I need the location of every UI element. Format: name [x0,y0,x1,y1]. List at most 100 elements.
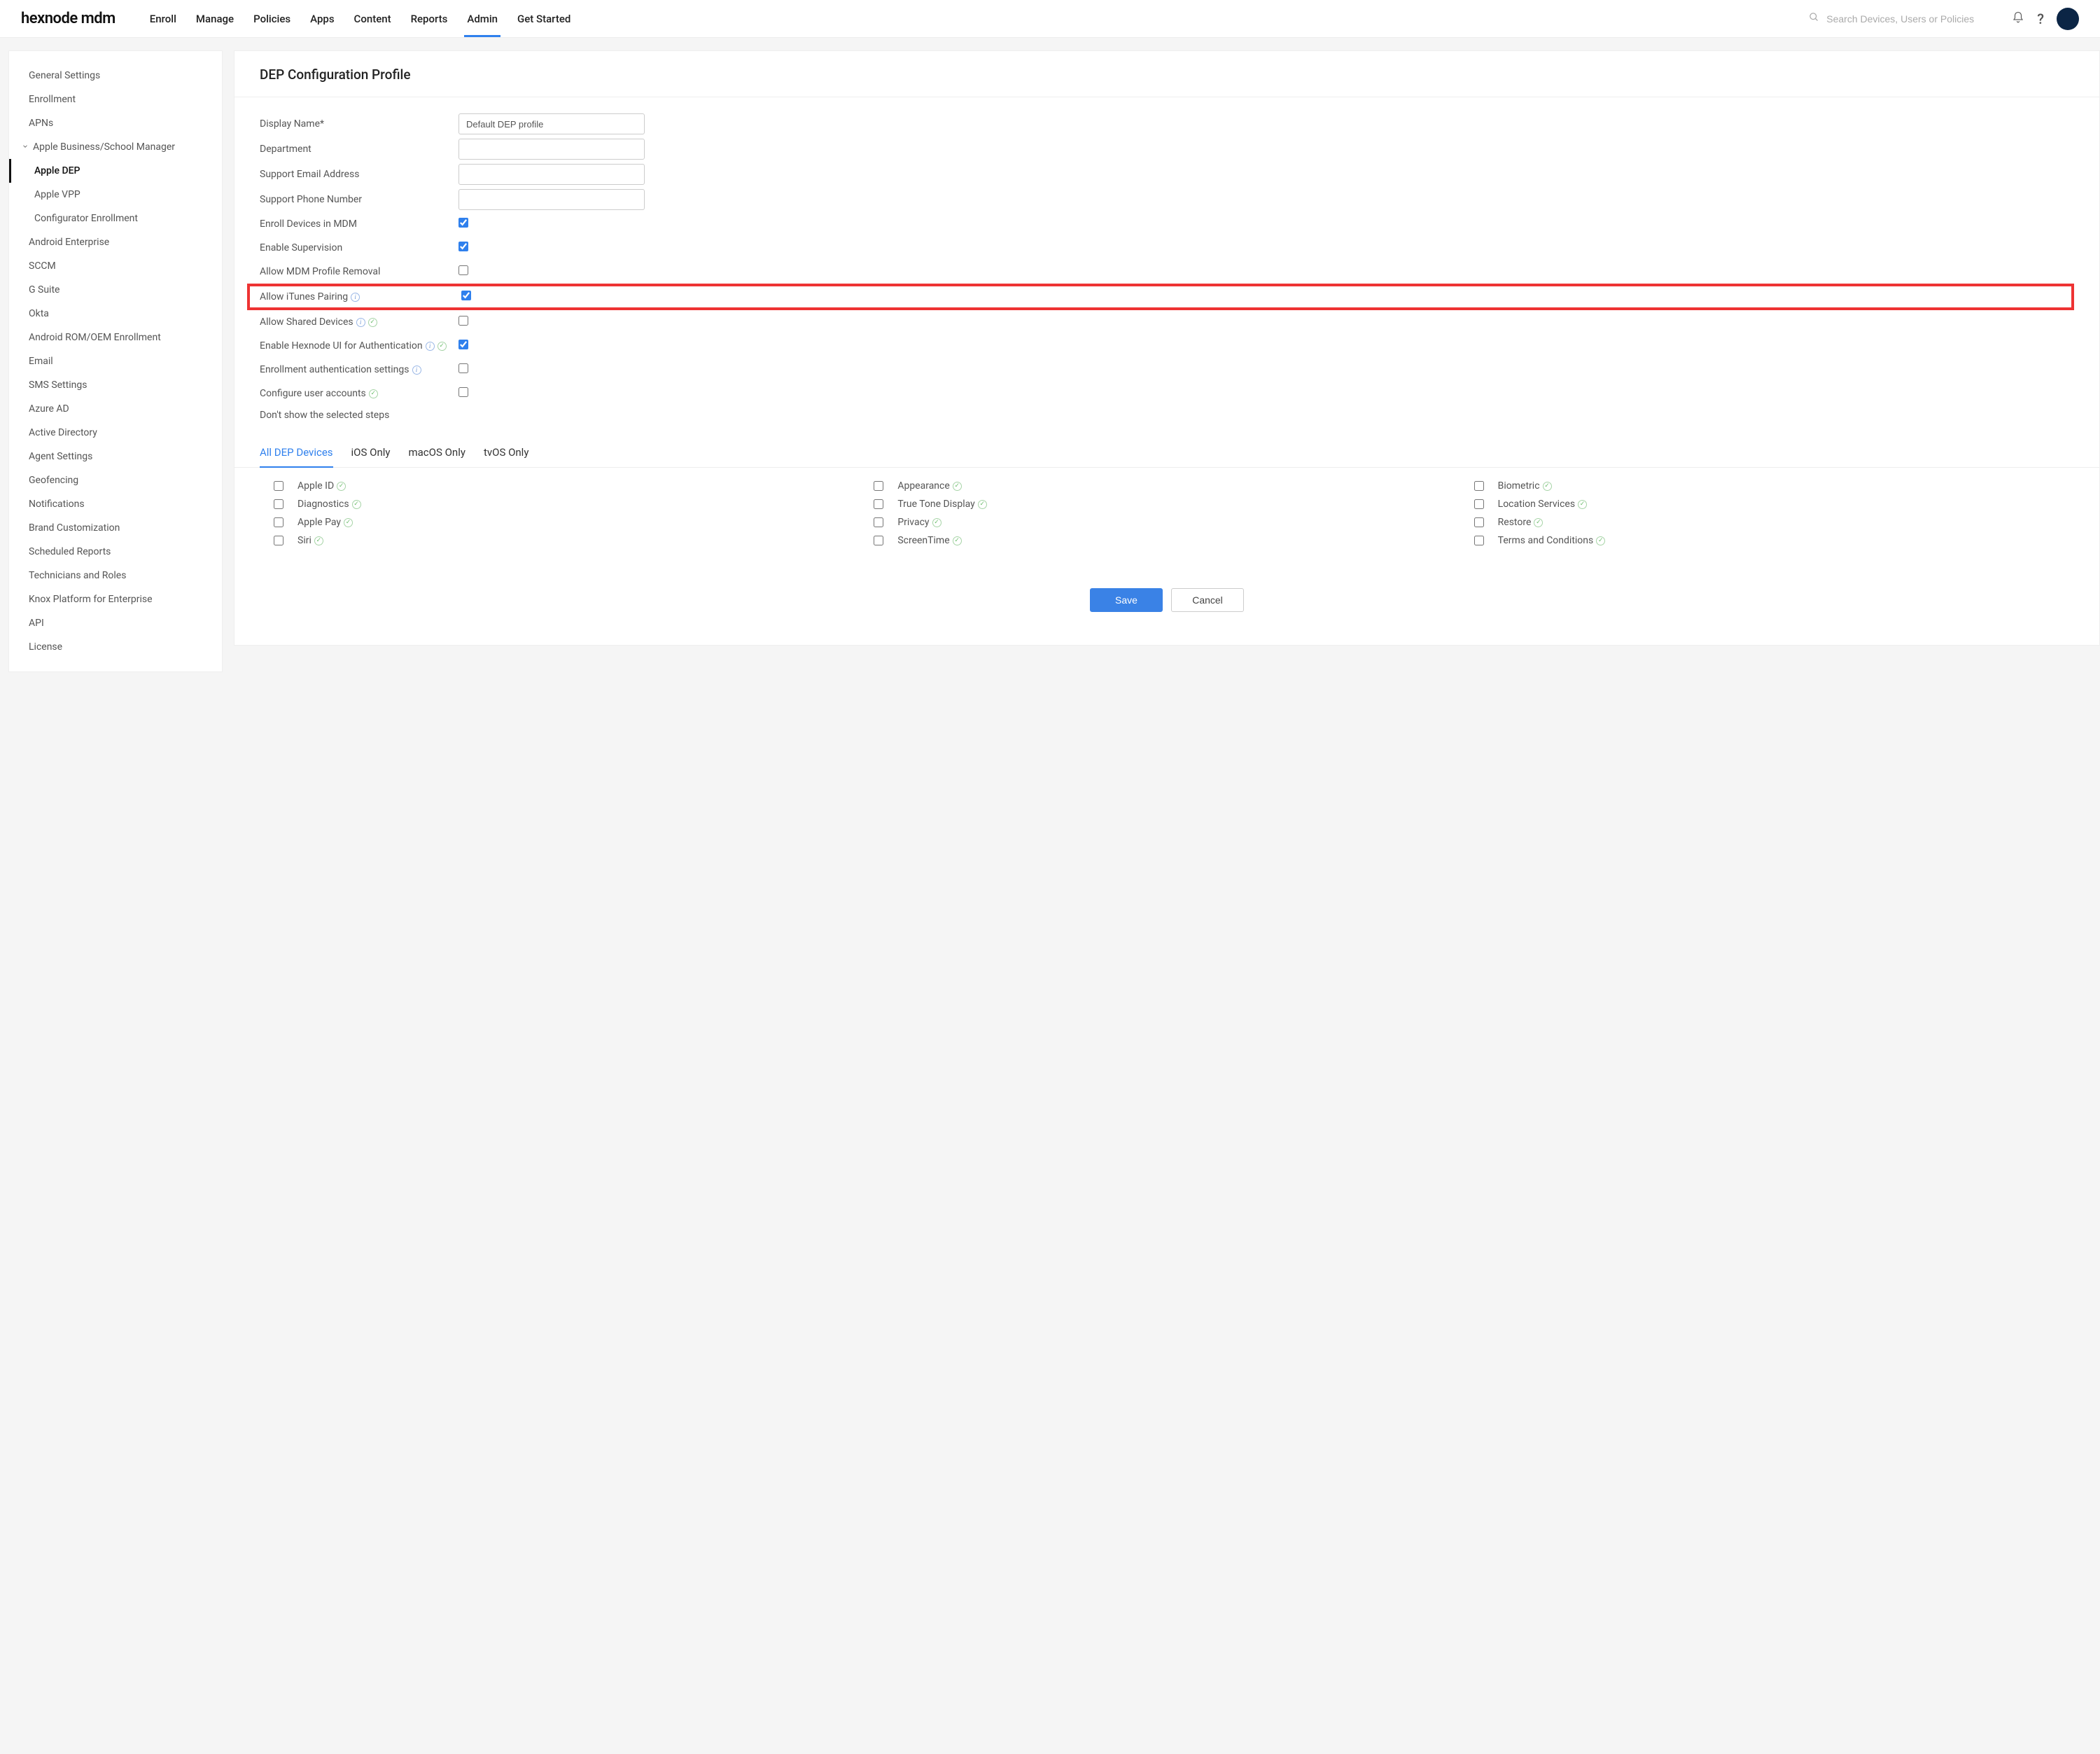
tick-icon: ✓ [1534,518,1543,527]
step-item: Privacy✓ [874,517,1474,528]
allow-itunes-checkbox[interactable] [461,291,471,300]
cancel-button[interactable]: Cancel [1171,588,1244,612]
sidebar-item-okta[interactable]: Okta [9,302,222,326]
step-checkbox[interactable] [874,517,883,527]
sidebar-item-api[interactable]: API [9,611,222,635]
search-box[interactable] [1809,12,1991,25]
step-item: Location Services✓ [1474,499,2074,510]
sidebar-item-active-directory[interactable]: Active Directory [9,421,222,445]
page-title: DEP Configuration Profile [234,51,2099,97]
sidebar-item-general-settings[interactable]: General Settings [9,64,222,88]
sidebar-item-license[interactable]: License [9,635,222,659]
sidebar-item-notifications[interactable]: Notifications [9,492,222,516]
allow-itunes-row: Allow iTunes Pairing i [247,284,2074,310]
button-row: Save Cancel [234,588,2099,612]
sidebar-item-agent-settings[interactable]: Agent Settings [9,445,222,468]
info-icon[interactable]: i [351,293,360,302]
nav-tab-apps[interactable]: Apps [300,0,344,37]
info-icon[interactable]: i [356,318,365,327]
tick-icon: ✓ [932,518,941,527]
nav-tab-reports[interactable]: Reports [401,0,458,37]
info-icon[interactable]: i [426,342,435,351]
steps-tab-all-dep-devices[interactable]: All DEP Devices [260,438,333,467]
sidebar-item-geofencing[interactable]: Geofencing [9,468,222,492]
search-input[interactable] [1826,13,1980,25]
step-item: Apple Pay✓ [274,517,874,528]
department-label: Department [260,139,458,159]
nav-tab-get-started[interactable]: Get Started [507,0,580,37]
step-checkbox[interactable] [274,481,284,491]
sidebar-item-brand-customization[interactable]: Brand Customization [9,516,222,540]
sidebar-item-g-suite[interactable]: G Suite [9,278,222,302]
sidebar-item-email[interactable]: Email [9,349,222,373]
nav-tabs: EnrollManagePoliciesAppsContentReportsAd… [140,0,581,37]
sidebar-item-apple-business-school-manager[interactable]: Apple Business/School Manager [9,135,222,159]
support-phone-input[interactable] [458,189,645,210]
step-checkbox[interactable] [274,499,284,509]
sidebar-item-sms-settings[interactable]: SMS Settings [9,373,222,397]
tick-icon: ✓ [978,500,987,509]
step-checkbox[interactable] [874,499,883,509]
nav-tab-admin[interactable]: Admin [457,0,507,37]
sidebar-item-apple-dep[interactable]: Apple DEP [9,159,222,183]
step-checkbox[interactable] [874,481,883,491]
configure-user-accounts-checkbox[interactable] [458,387,468,397]
sidebar-item-enrollment[interactable]: Enrollment [9,88,222,111]
enable-supervision-checkbox[interactable] [458,242,468,251]
enable-hexnode-ui-label: Enable Hexnode UI for Authentication [260,340,423,352]
sidebar-item-android-rom-oem-enrollment[interactable]: Android ROM/OEM Enrollment [9,326,222,349]
sidebar-item-android-enterprise[interactable]: Android Enterprise [9,230,222,254]
tick-icon: ✓ [314,536,323,545]
sidebar-item-technicians-and-roles[interactable]: Technicians and Roles [9,564,222,587]
tick-icon: ✓ [438,342,447,351]
sidebar-item-sccm[interactable]: SCCM [9,254,222,278]
enable-hexnode-ui-checkbox[interactable] [458,340,468,349]
sidebar-item-scheduled-reports[interactable]: Scheduled Reports [9,540,222,564]
tick-icon: ✓ [953,482,962,491]
step-checkbox[interactable] [874,536,883,545]
step-checkbox[interactable] [1474,499,1484,509]
sidebar-item-knox-platform-for-enterprise[interactable]: Knox Platform for Enterprise [9,587,222,611]
sidebar: General SettingsEnrollmentAPNsApple Busi… [8,50,223,672]
step-label: Diagnostics [298,499,349,510]
brand-logo: hexnode mdm [21,10,115,27]
allow-itunes-label: Allow iTunes Pairing [260,291,348,302]
info-icon[interactable]: i [412,366,421,375]
display-name-input[interactable] [458,113,645,134]
bell-icon[interactable] [2012,11,2024,27]
sidebar-item-apple-vpp[interactable]: Apple VPP [9,183,222,207]
sidebar-item-azure-ad[interactable]: Azure AD [9,397,222,421]
step-item: Appearance✓ [874,480,1474,492]
enroll-auth-settings-checkbox[interactable] [458,363,468,373]
step-checkbox[interactable] [1474,536,1484,545]
sidebar-item-configurator-enrollment[interactable]: Configurator Enrollment [9,207,222,230]
tick-icon: ✓ [1543,482,1552,491]
allow-shared-checkbox[interactable] [458,316,468,326]
avatar[interactable] [2057,8,2079,30]
department-input[interactable] [458,139,645,160]
help-icon[interactable]: ? [2037,11,2044,27]
enroll-mdm-checkbox[interactable] [458,218,468,228]
sidebar-item-apns[interactable]: APNs [9,111,222,135]
step-checkbox[interactable] [274,517,284,527]
support-email-input[interactable] [458,164,645,185]
tick-icon: ✓ [369,389,378,398]
step-checkbox[interactable] [1474,481,1484,491]
tick-icon: ✓ [1578,500,1587,509]
step-checkbox[interactable] [274,536,284,545]
save-button[interactable]: Save [1090,588,1163,612]
step-item: Restore✓ [1474,517,2074,528]
steps-tab-tvos-only[interactable]: tvOS Only [484,438,528,467]
step-item: Apple ID✓ [274,480,874,492]
steps-tab-macos-only[interactable]: macOS Only [408,438,465,467]
form-area: Display Name* Department Support Email A… [234,97,2099,421]
allow-profile-removal-checkbox[interactable] [458,265,468,275]
nav-tab-manage[interactable]: Manage [186,0,244,37]
nav-tab-content[interactable]: Content [344,0,401,37]
tick-icon: ✓ [344,518,353,527]
nav-tab-enroll[interactable]: Enroll [140,0,186,37]
step-item: Diagnostics✓ [274,499,874,510]
steps-tab-ios-only[interactable]: iOS Only [351,438,391,467]
nav-tab-policies[interactable]: Policies [244,0,300,37]
step-checkbox[interactable] [1474,517,1484,527]
